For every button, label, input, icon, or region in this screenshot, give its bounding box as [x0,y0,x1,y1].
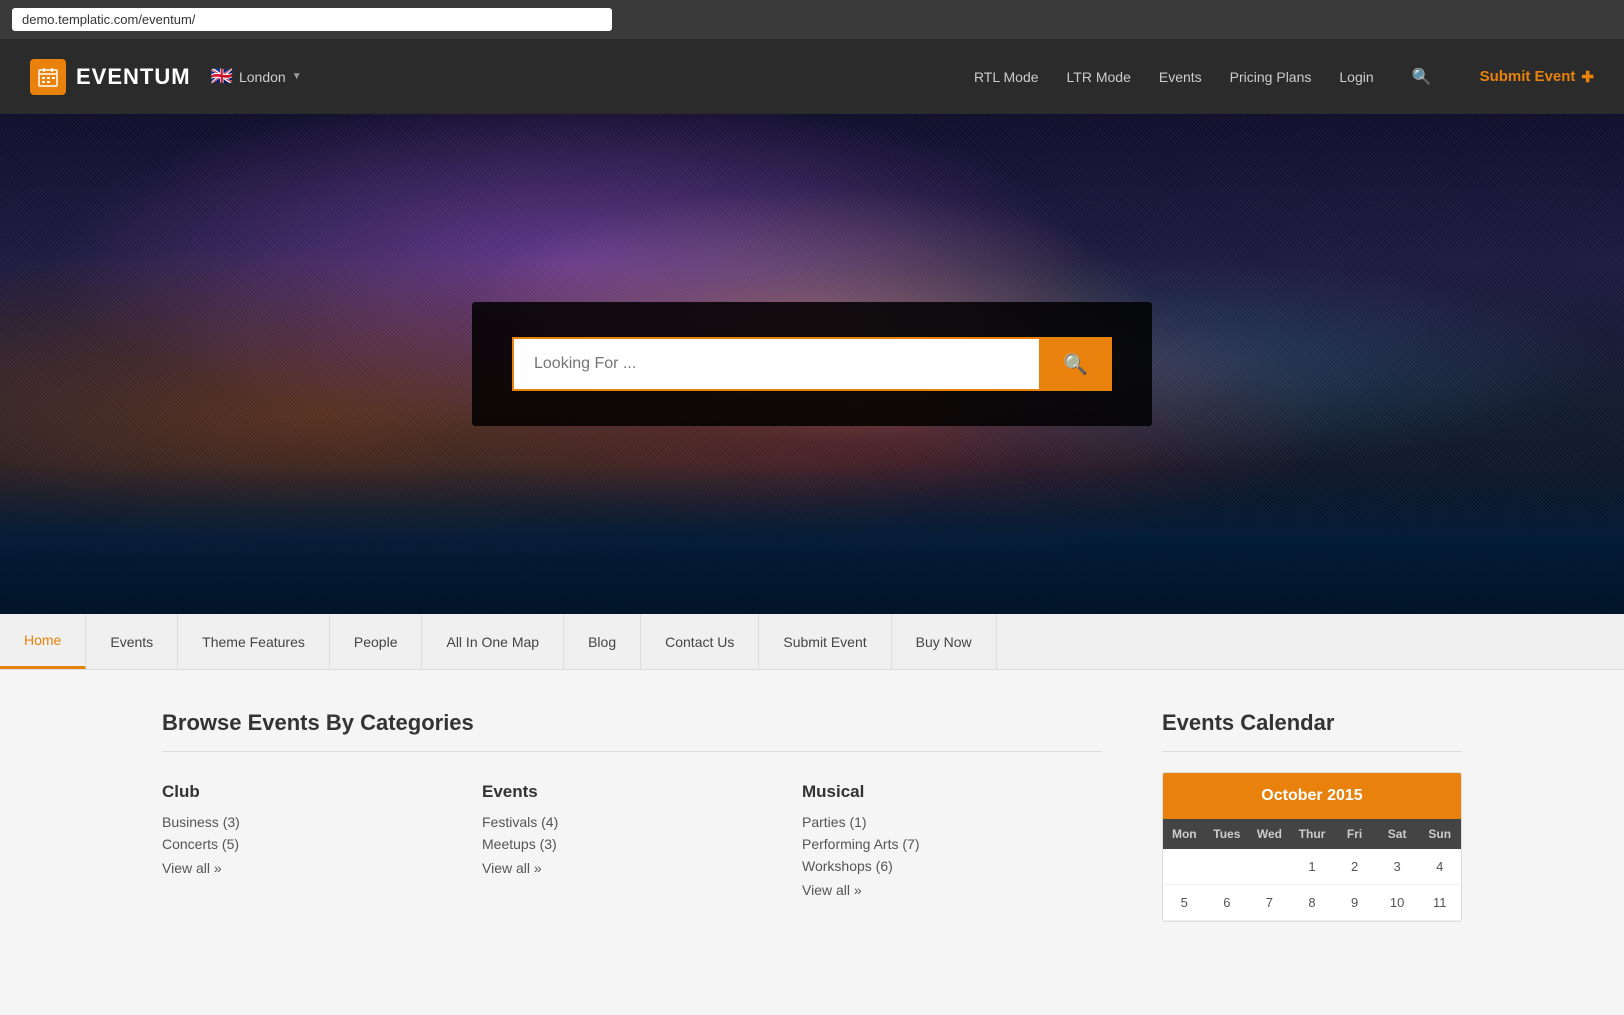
calendar-header: October 2015 [1163,773,1461,819]
category-musical: Musical Parties (1) Performing Arts (7) … [802,782,1102,898]
sec-nav-submit-event[interactable]: Submit Event [759,614,891,669]
categories-grid: Club Business (3) Concerts (5) View all … [162,772,1102,898]
cal-day-9[interactable]: 9 [1333,885,1376,921]
cal-day-empty-2 [1206,849,1249,885]
day-sun: Sun [1418,819,1461,849]
nav-pricing-plans[interactable]: Pricing Plans [1230,69,1312,85]
category-events-title: Events [482,782,782,802]
chevron-down-icon: ▼ [292,71,302,82]
day-thur: Thur [1291,819,1334,849]
calendar-title: Events Calendar [1162,710,1462,752]
logo-text: EVENTUM [76,64,191,90]
category-club-title: Club [162,782,462,802]
plus-icon: ✚ [1581,68,1594,86]
category-link-workshops[interactable]: Workshops (6) [802,858,1102,874]
browse-title: Browse Events By Categories [162,710,1102,752]
day-wed: Wed [1248,819,1291,849]
search-input[interactable] [512,337,1039,391]
category-link-meetups[interactable]: Meetups (3) [482,836,782,852]
nav-rtl-mode[interactable]: RTL Mode [974,69,1039,85]
calendar-days-header: Mon Tues Wed Thur Fri Sat Sun [1163,819,1461,849]
view-all-events[interactable]: View all » [482,860,782,876]
calendar-widget: October 2015 Mon Tues Wed Thur Fri Sat S… [1162,772,1462,922]
view-all-musical[interactable]: View all » [802,882,1102,898]
flag-icon: 🇬🇧 [211,66,233,87]
category-musical-title: Musical [802,782,1102,802]
nav-ltr-mode[interactable]: LTR Mode [1067,69,1131,85]
location-label: London [239,69,286,85]
events-section: Browse Events By Categories Club Busines… [162,710,1162,922]
cal-day-4[interactable]: 4 [1418,849,1461,885]
hero-search-container: 🔍 [472,302,1152,426]
cal-day-6[interactable]: 6 [1206,885,1249,921]
main-nav-links: RTL Mode LTR Mode Events Pricing Plans L… [974,67,1594,87]
cal-day-3[interactable]: 3 [1376,849,1419,885]
cal-day-empty-1 [1163,849,1206,885]
submit-event-label: Submit Event [1480,68,1576,85]
day-fri: Fri [1333,819,1376,849]
hero-section: 🔍 [0,114,1624,614]
category-club: Club Business (3) Concerts (5) View all … [162,782,462,898]
sec-nav-blog[interactable]: Blog [564,614,641,669]
calendar-logo-icon [37,66,59,88]
main-content: Browse Events By Categories Club Busines… [112,670,1512,962]
category-events: Events Festivals (4) Meetups (3) View al… [482,782,782,898]
sec-nav-all-in-one-map[interactable]: All In One Map [422,614,564,669]
calendar-section: Events Calendar October 2015 Mon Tues We… [1162,710,1462,922]
category-link-performing-arts[interactable]: Performing Arts (7) [802,836,1102,852]
url-bar[interactable]: demo.templatic.com/eventum/ [12,8,612,31]
category-link-concerts[interactable]: Concerts (5) [162,836,462,852]
cal-day-empty-3 [1248,849,1291,885]
logo-area: EVENTUM [30,59,191,95]
search-icon[interactable]: 🔍 [1412,67,1432,87]
cal-day-1[interactable]: 1 [1291,849,1334,885]
sec-nav-home[interactable]: Home [0,614,86,669]
submit-event-button[interactable]: Submit Event ✚ [1480,68,1594,86]
calendar-grid: 1 2 3 4 5 6 7 8 9 10 11 [1163,849,1461,921]
sec-nav-people[interactable]: People [330,614,423,669]
category-link-festivals[interactable]: Festivals (4) [482,814,782,830]
hero-search-bar: 🔍 [512,337,1112,391]
sec-nav-buy-now[interactable]: Buy Now [892,614,997,669]
view-all-club[interactable]: View all » [162,860,462,876]
logo-icon [30,59,66,95]
day-mon: Mon [1163,819,1206,849]
sec-nav-contact-us[interactable]: Contact Us [641,614,759,669]
cal-day-7[interactable]: 7 [1248,885,1291,921]
location-selector[interactable]: 🇬🇧 London ▼ [211,66,302,87]
cal-day-5[interactable]: 5 [1163,885,1206,921]
category-link-parties[interactable]: Parties (1) [802,814,1102,830]
nav-login[interactable]: Login [1339,69,1373,85]
browser-chrome: demo.templatic.com/eventum/ [0,0,1624,39]
day-sat: Sat [1376,819,1419,849]
nav-events[interactable]: Events [1159,69,1202,85]
cal-day-2[interactable]: 2 [1333,849,1376,885]
search-button[interactable]: 🔍 [1039,337,1112,391]
sec-nav-events[interactable]: Events [86,614,178,669]
category-link-business[interactable]: Business (3) [162,814,462,830]
top-navigation: EVENTUM 🇬🇧 London ▼ RTL Mode LTR Mode Ev… [0,39,1624,114]
cal-day-10[interactable]: 10 [1376,885,1419,921]
secondary-navigation: Home Events Theme Features People All In… [0,614,1624,670]
day-tues: Tues [1206,819,1249,849]
search-icon: 🔍 [1063,354,1088,376]
cal-day-8[interactable]: 8 [1291,885,1334,921]
cal-day-11[interactable]: 11 [1418,885,1461,921]
sec-nav-theme-features[interactable]: Theme Features [178,614,330,669]
